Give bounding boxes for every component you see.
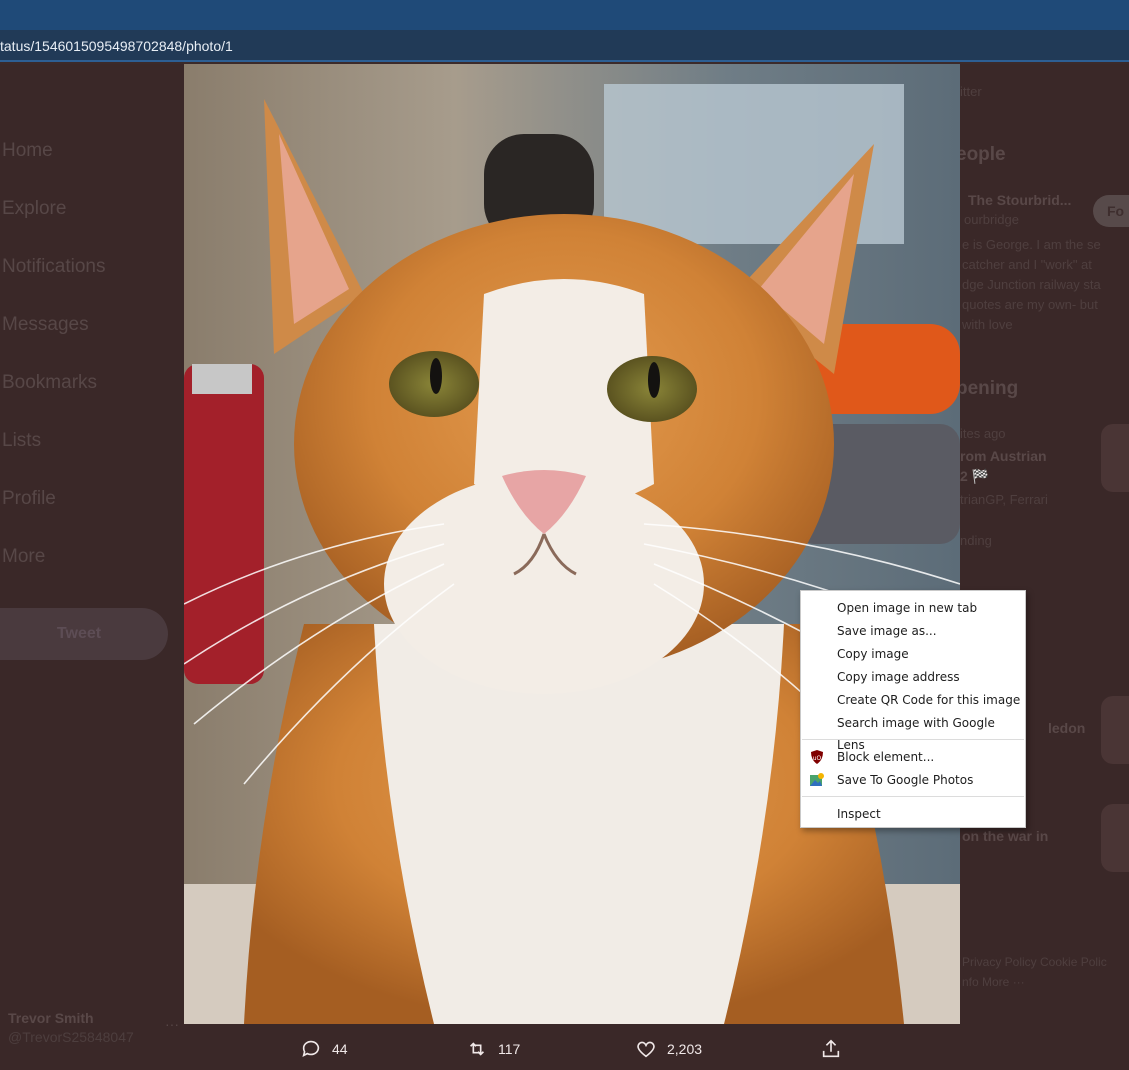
bio-line: quotes are my own- but [962,297,1098,312]
bio-line: with love [962,317,1013,332]
share-icon [822,1039,840,1058]
share-button[interactable] [820,1038,842,1060]
account-handle: @TrevorS25848047 [8,1029,134,1045]
menu-separator [802,739,1024,740]
suggested-person-name[interactable]: The Stourbrid... [968,192,1071,208]
reply-button[interactable]: 44 [300,1038,348,1060]
trend-label: nding [960,533,992,548]
menu-open-image-new-tab[interactable]: Open image in new tab [801,597,1025,619]
happening-heading: pening [956,378,1019,399]
sidebar-item-profile[interactable]: Profile [2,488,106,546]
trend-title[interactable]: 2 🏁 [960,468,989,485]
menu-create-qr-code[interactable]: Create QR Code for this image [801,689,1025,711]
trend-time: ites ago [960,426,1006,441]
menu-block-element-label: Block element... [837,750,935,764]
trend-thumbnail[interactable] [1101,424,1129,492]
suggested-person-handle: ourbridge [964,212,1019,227]
menu-save-to-google-photos[interactable]: Save To Google Photos [801,769,1025,791]
footer-links[interactable]: Privacy Policy Cookie Polic [962,955,1107,969]
trend-title[interactable]: rom Austrian [960,448,1047,464]
sidebar-item-notifications[interactable]: Notifications [2,256,106,314]
menu-separator [802,796,1024,797]
bio-line: e is George. I am the se [962,237,1101,252]
sidebar-nav: Home Explore Notifications Messages Book… [2,140,106,604]
bio-line: catcher and I "work" at [962,257,1092,272]
retweet-button[interactable]: 117 [466,1038,520,1060]
account-more-icon[interactable]: ··· [165,1016,179,1032]
account-name: Trevor Smith [8,1010,94,1026]
tweet-button[interactable]: Tweet [0,608,168,660]
sidebar-item-lists[interactable]: Lists [2,430,106,488]
twitter-page: Home Explore Notifications Messages Book… [0,64,1129,1070]
account-switcher[interactable]: Trevor Smith @TrevorS25848047 [8,1010,134,1045]
follow-button[interactable]: Fo [1093,195,1129,227]
like-button[interactable]: 2,203 [635,1038,702,1060]
menu-copy-image-address[interactable]: Copy image address [801,666,1025,688]
context-menu: Open image in new tab Save image as... C… [800,590,1026,828]
menu-save-image-as[interactable]: Save image as... [801,620,1025,642]
sidebar-item-explore[interactable]: Explore [2,198,106,256]
menu-block-element[interactable]: uO Block element... [801,746,1025,768]
retweet-count: 117 [498,1041,521,1057]
google-photos-icon [810,773,824,786]
ublock-shield-icon: uO [811,750,823,764]
heart-icon [637,1041,655,1058]
trend-thumbnail[interactable] [1101,696,1129,764]
footer-links[interactable]: nfo More ··· [962,975,1025,989]
url-text[interactable]: tatus/1546015095498702848/photo/1 [0,38,233,54]
cat-photo-image [184,64,960,1024]
right-column: itter eople The Stourbrid... ourbridge F… [956,64,1129,1070]
reply-count: 44 [332,1041,348,1057]
search-hint: itter [960,84,982,99]
svg-text:uO: uO [813,755,822,762]
reply-icon [302,1040,320,1057]
who-to-follow-heading: eople [956,144,1006,165]
trend-thumbnail[interactable] [1101,804,1129,872]
trend-title[interactable]: ledon [1048,720,1085,736]
sidebar-item-bookmarks[interactable]: Bookmarks [2,372,106,430]
like-count: 2,203 [667,1041,703,1057]
menu-save-to-google-photos-label: Save To Google Photos [837,773,974,787]
address-bar[interactable]: tatus/1546015095498702848/photo/1 [0,30,1129,62]
tweet-action-bar: 44 117 2,203 [224,1030,904,1070]
menu-copy-image[interactable]: Copy image [801,643,1025,665]
sidebar-item-messages[interactable]: Messages [2,314,106,372]
menu-inspect[interactable]: Inspect [801,803,1025,825]
retweet-icon [469,1042,485,1056]
menu-search-google-lens[interactable]: Search image with Google Lens [801,712,1025,752]
sidebar-item-home[interactable]: Home [2,140,106,198]
bio-line: dge Junction railway sta [962,277,1101,292]
trend-subtitle: trianGP, Ferrari [960,492,1048,507]
trend-title[interactable]: on the war in [962,828,1048,844]
tweet-photo[interactable] [184,64,960,1024]
browser-title-bar [0,0,1129,30]
sidebar-item-more[interactable]: More [2,546,106,604]
